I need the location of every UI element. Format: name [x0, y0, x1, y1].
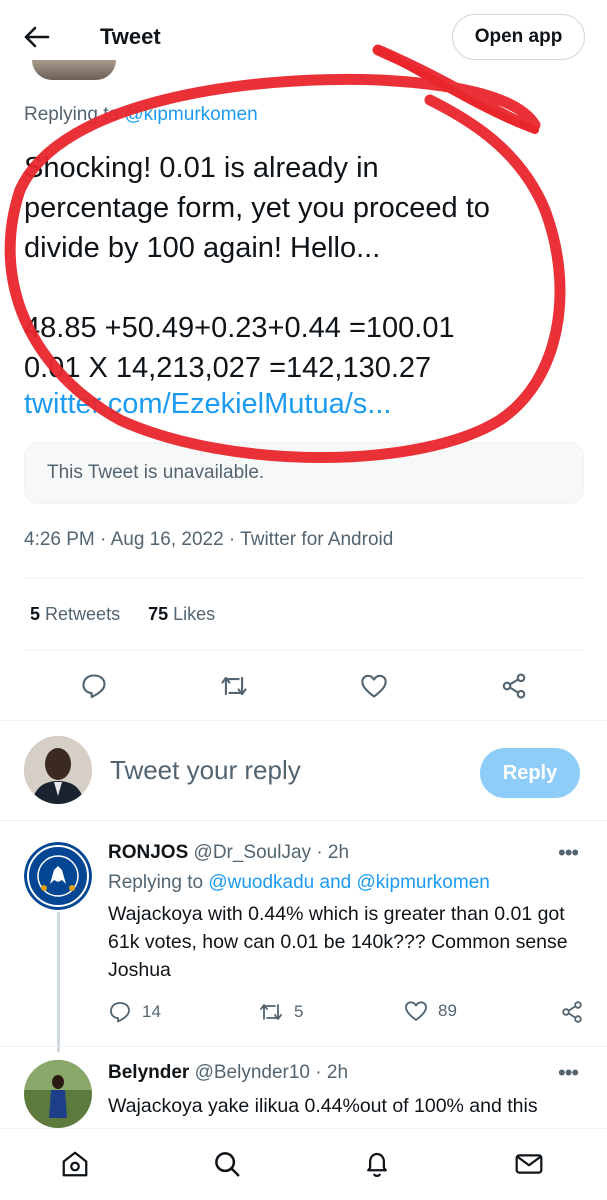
- reply-author-handle[interactable]: @Dr_SoulJay: [194, 842, 312, 863]
- divider: [24, 578, 584, 579]
- reply-reply-action[interactable]: 14: [108, 1000, 161, 1024]
- quoted-tweet-unavailable: This Tweet is unavailable.: [24, 442, 584, 504]
- messages-icon[interactable]: [512, 1147, 546, 1181]
- retweet-icon: [260, 1004, 282, 1020]
- reply-author-name[interactable]: Belynder: [108, 1062, 189, 1083]
- replying-mention-link[interactable]: @kipmurkomen: [124, 104, 257, 125]
- heart-icon[interactable]: [356, 668, 392, 704]
- chelsea-crest-icon: [24, 842, 92, 910]
- share-icon[interactable]: [496, 668, 532, 704]
- reply-time: · 2h: [316, 842, 350, 863]
- tweet-link[interactable]: twitter.com/EzekielMutua/s...: [24, 388, 391, 421]
- reply-retweet-action[interactable]: 5: [258, 1000, 303, 1024]
- reply-share-action[interactable]: [560, 1000, 584, 1024]
- retweet-icon[interactable]: [216, 668, 252, 704]
- more-icon[interactable]: •••: [558, 1060, 579, 1086]
- tweet-timestamp: 4:26 PM · Aug 16, 2022 · Twitter for And…: [24, 529, 394, 550]
- retweets-count: 5: [30, 604, 41, 624]
- retweets-stat[interactable]: 5 Retweets: [30, 604, 120, 625]
- reply-input[interactable]: Tweet your reply: [110, 755, 301, 786]
- reply-icon: [110, 1002, 130, 1023]
- reply-text: Wajackoya with 0.44% which is greater th…: [108, 903, 568, 981]
- tweet-text: Shocking! 0.01 is already in percentage …: [24, 152, 490, 384]
- more-icon[interactable]: •••: [558, 840, 579, 866]
- divider: [24, 650, 584, 651]
- divider: [0, 720, 607, 721]
- reply-count: 14: [142, 1002, 161, 1021]
- heart-icon: [405, 1001, 427, 1021]
- replying-prefix: Replying to: [24, 104, 120, 125]
- reply-time: · 2h: [315, 1062, 349, 1083]
- arrow-left-icon[interactable]: [22, 22, 52, 52]
- likes-count: 75: [148, 604, 169, 624]
- notifications-icon[interactable]: [360, 1147, 394, 1181]
- reply-replying-to: Replying to @wuodkadu and @kipmurkomen: [108, 872, 490, 894]
- home-icon[interactable]: [58, 1147, 92, 1181]
- author-avatar[interactable]: [32, 60, 116, 80]
- reply-icon[interactable]: [76, 668, 112, 704]
- retweet-count: 5: [294, 1002, 304, 1021]
- like-count: 89: [438, 1001, 457, 1020]
- retweets-label: Retweets: [45, 604, 121, 624]
- share-icon: [562, 1001, 582, 1023]
- divider: [0, 1046, 607, 1047]
- reply-avatar[interactable]: [24, 1060, 92, 1128]
- reply-header: RONJOS @Dr_SoulJay · 2h: [108, 842, 349, 864]
- reply-button[interactable]: Reply: [480, 748, 580, 798]
- reply-author-name[interactable]: RONJOS: [108, 842, 188, 863]
- bottom-nav: [0, 1128, 607, 1200]
- reply-text: Wajackoya yake ilikua 0.44%out of 100% a…: [108, 1095, 538, 1117]
- reply-like-action[interactable]: 89: [404, 1000, 457, 1022]
- reply-avatar[interactable]: [24, 842, 92, 910]
- divider: [0, 820, 607, 821]
- tweet-stats: 5 Retweets 75 Likes: [30, 604, 215, 625]
- open-app-button[interactable]: Open app: [452, 14, 585, 60]
- search-icon[interactable]: [210, 1147, 244, 1181]
- replying-to: Replying to @kipmurkomen: [24, 104, 258, 126]
- reply-replying-prefix: Replying to: [108, 872, 204, 893]
- likes-label: Likes: [173, 604, 216, 624]
- thread-line: [57, 912, 60, 1052]
- page-title: Tweet: [100, 24, 161, 49]
- reply-author-handle[interactable]: @Belynder10: [195, 1062, 310, 1083]
- reply-replying-mentions[interactable]: @wuodkadu and @kipmurkomen: [208, 872, 490, 893]
- reply-header: Belynder @Belynder10 · 2h: [108, 1062, 348, 1084]
- user-avatar[interactable]: [24, 736, 92, 804]
- likes-stat[interactable]: 75 Likes: [148, 604, 215, 625]
